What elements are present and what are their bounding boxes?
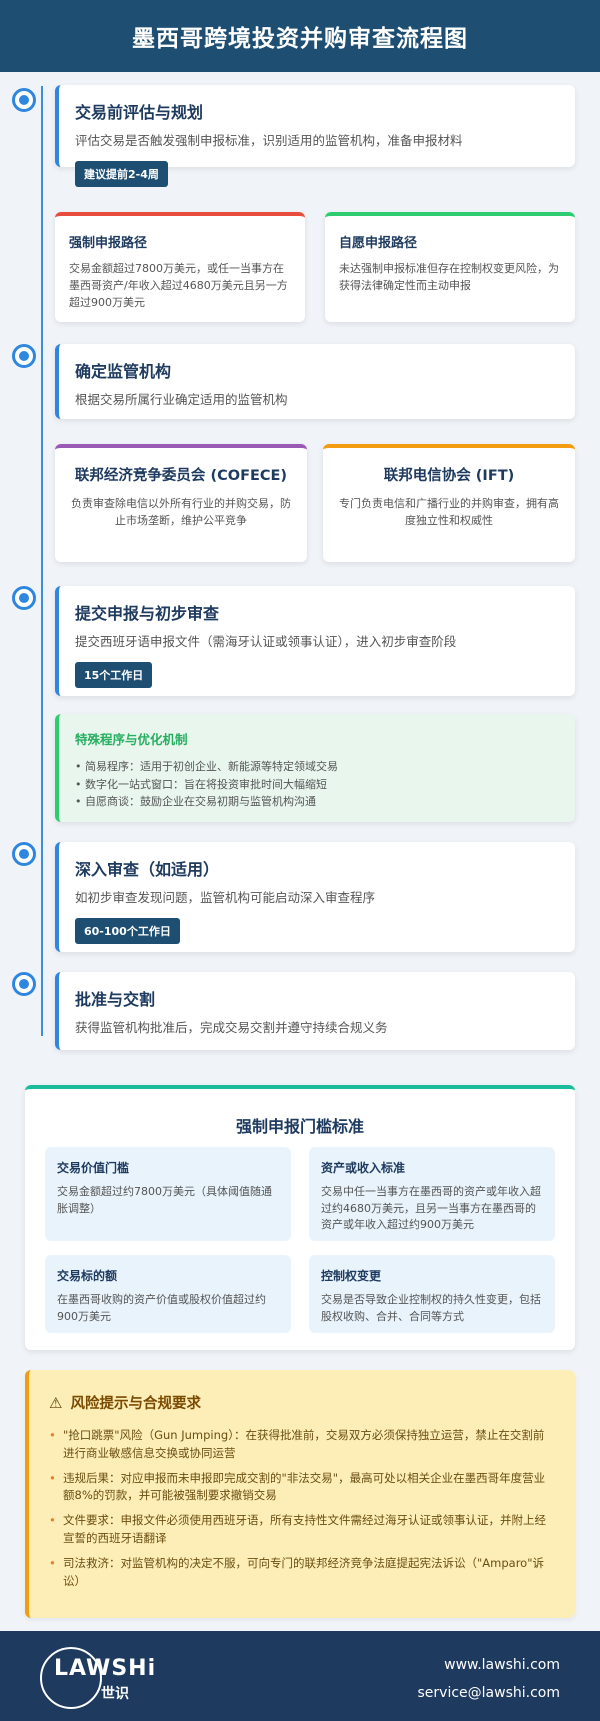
agency-title: 联邦电信协会 (IFT) bbox=[383, 468, 515, 484]
process-flow: 交易前评估与规划 评估交易是否触发强制申报标准，识别适用的监管机构，准备申报材料… bbox=[0, 72, 600, 1052]
step-card-5: 批准与交割 获得监管机构批准后，完成交易交割并遵守持续合规义务 bbox=[55, 972, 575, 1050]
step-desc: 提交西班牙语申报文件（需海牙认证或领事认证），进入初步审查阶段 bbox=[75, 634, 457, 649]
warning-icon: ⚠ bbox=[49, 1393, 63, 1412]
timeline-badge: 60-100个工作日 bbox=[75, 917, 180, 944]
threshold-item-title: 交易标的额 bbox=[57, 1269, 118, 1283]
step-marker-5 bbox=[12, 972, 36, 996]
list-item: 自愿商谈：鼓励企业在交易初期与监管机构沟通 bbox=[75, 793, 559, 811]
list-item: 数字化一站式窗口：旨在将投资审批时间大幅缩短 bbox=[75, 776, 559, 794]
list-item: "抢口跳票"风险（Gun Jumping）：在获得批准前，交易双方必须保持独立运… bbox=[49, 1427, 555, 1463]
risk-list: "抢口跳票"风险（Gun Jumping）：在获得批准前，交易双方必须保持独立运… bbox=[49, 1427, 555, 1591]
step-title: 交易前评估与规划 bbox=[75, 103, 204, 122]
agency-title: 联邦经济竞争委员会 (COFECE) bbox=[74, 468, 288, 484]
agency-desc: 专门负责电信和广播行业的并购审查，拥有高度独立性和权威性 bbox=[339, 497, 559, 528]
risk-title: 风险提示与合规要求 bbox=[70, 1396, 201, 1412]
threshold-title: 强制申报门槛标准 bbox=[235, 1117, 364, 1136]
threshold-item-desc: 交易是否导致企业控制权的持久性变更，包括股权收购、合并、合同等方式 bbox=[321, 1293, 541, 1323]
threshold-item-value: 交易价值门槛 交易金额超过约7800万美元（具体阈值随通胀调整） bbox=[45, 1147, 291, 1241]
threshold-item-assets: 资产或收入标准 交易中任一当事方在墨西哥的资产或年收入超过约4680万美元，且另… bbox=[309, 1147, 555, 1241]
threshold-item-control: 控制权变更 交易是否导致企业控制权的持久性变更，包括股权收购、合并、合同等方式 bbox=[309, 1255, 555, 1333]
threshold-item-desc: 在墨西哥收购的资产价值或股权价值超过约900万美元 bbox=[57, 1293, 266, 1323]
risk-heading: ⚠ 风险提示与合规要求 bbox=[49, 1392, 555, 1413]
step-marker-2 bbox=[12, 344, 36, 368]
step-desc: 获得监管机构批准后，完成交易交割并遵守持续合规义务 bbox=[75, 1020, 388, 1035]
special-procedures-card: 特殊程序与优化机制 简易程序：适用于初创企业、新能源等特定领域交易 数字化一站式… bbox=[55, 714, 575, 822]
risk-section: ⚠ 风险提示与合规要求 "抢口跳票"风险（Gun Jumping）：在获得批准前… bbox=[25, 1370, 575, 1618]
agency-card-ift: 联邦电信协会 (IFT) 专门负责电信和广播行业的并购审查，拥有高度独立性和权威… bbox=[323, 444, 575, 562]
agency-desc: 负责审查除电信以外所有行业的并购交易，防止市场垄断，维护公平竞争 bbox=[71, 497, 291, 528]
path-title: 强制申报路径 bbox=[69, 236, 148, 251]
page-header: 墨西哥跨境投资并购审查流程图 bbox=[0, 0, 600, 72]
step-desc: 如初步审查发现问题，监管机构可能启动深入审查程序 bbox=[75, 890, 376, 905]
mandatory-path-card: 强制申报路径 交易金额超过7800万美元，或任一当事方在墨西哥资产/年收入超过4… bbox=[55, 212, 305, 322]
step-card-3: 提交申报与初步审查 提交西班牙语申报文件（需海牙认证或领事认证），进入初步审查阶… bbox=[55, 586, 575, 696]
contact-info: www.lawshi.com service@lawshi.com bbox=[418, 1651, 560, 1707]
step-marker-4 bbox=[12, 842, 36, 866]
agency-card-cofece: 联邦经济竞争委员会 (COFECE) 负责审查除电信以外所有行业的并购交易，防止… bbox=[55, 444, 307, 562]
timeline-badge: 建议提前2-4周 bbox=[75, 160, 168, 187]
timeline-badge: 15个工作日 bbox=[75, 661, 153, 688]
step-desc: 评估交易是否触发强制申报标准，识别适用的监管机构，准备申报材料 bbox=[75, 133, 463, 148]
threshold-item-title: 资产或收入标准 bbox=[321, 1161, 406, 1175]
step-card-1: 交易前评估与规划 评估交易是否触发强制申报标准，识别适用的监管机构，准备申报材料… bbox=[55, 85, 575, 187]
timeline-line bbox=[41, 86, 43, 1036]
voluntary-path-card: 自愿申报路径 未达强制申报标准但存在控制权变更风险，为获得法律确定性而主动申报 bbox=[325, 212, 575, 322]
page-footer: LAWSHi 世识 www.lawshi.com service@lawshi.… bbox=[0, 1631, 600, 1721]
step-title: 提交申报与初步审查 bbox=[75, 604, 220, 623]
step-title: 批准与交割 bbox=[75, 990, 156, 1009]
step-card-2: 确定监管机构 根据交易所属行业确定适用的监管机构 bbox=[55, 344, 575, 419]
step-marker-1 bbox=[12, 88, 36, 112]
step-title: 深入审查（如适用） bbox=[75, 860, 220, 879]
threshold-item-target: 交易标的额 在墨西哥收购的资产价值或股权价值超过约900万美元 bbox=[45, 1255, 291, 1333]
step-marker-3 bbox=[12, 586, 36, 610]
step-desc: 根据交易所属行业确定适用的监管机构 bbox=[75, 392, 288, 407]
step-card-4: 深入审查（如适用） 如初步审查发现问题，监管机构可能启动深入审查程序 60-10… bbox=[55, 842, 575, 952]
threshold-item-desc: 交易金额超过约7800万美元（具体阈值随通胀调整） bbox=[57, 1185, 272, 1215]
email-link[interactable]: service@lawshi.com bbox=[418, 1679, 560, 1707]
list-item: 司法救济：对监管机构的决定不服，可向专门的联邦经济竞争法庭提起宪法诉讼（"Amp… bbox=[49, 1555, 555, 1591]
list-item: 简易程序：适用于初创企业、新能源等特定领域交易 bbox=[75, 758, 559, 776]
website-link[interactable]: www.lawshi.com bbox=[418, 1651, 560, 1679]
special-title: 特殊程序与优化机制 bbox=[75, 732, 188, 747]
logo-subtitle: 世识 bbox=[101, 1686, 129, 1702]
threshold-section: 强制申报门槛标准 交易价值门槛 交易金额超过约7800万美元（具体阈值随通胀调整… bbox=[25, 1085, 575, 1350]
threshold-item-desc: 交易中任一当事方在墨西哥的资产或年收入超过约4680万美元，且另一当事方在墨西哥… bbox=[321, 1185, 541, 1231]
page-title: 墨西哥跨境投资并购审查流程图 bbox=[132, 26, 468, 52]
threshold-item-title: 交易价值门槛 bbox=[57, 1161, 130, 1175]
path-desc: 未达强制申报标准但存在控制权变更风险，为获得法律确定性而主动申报 bbox=[339, 262, 559, 293]
list-item: 文件要求：申报文件必须使用西班牙语，所有支持性文件需经过海牙认证或领事认证，并附… bbox=[49, 1512, 555, 1548]
special-list: 简易程序：适用于初创企业、新能源等特定领域交易 数字化一站式窗口：旨在将投资审批… bbox=[75, 758, 559, 811]
path-desc: 交易金额超过7800万美元，或任一当事方在墨西哥资产/年收入超过4680万美元且… bbox=[69, 262, 288, 310]
list-item: 违规后果：对应申报而未申报即完成交割的"非法交易"，最高可处以相关企业在墨西哥年… bbox=[49, 1470, 555, 1506]
threshold-item-title: 控制权变更 bbox=[321, 1269, 382, 1283]
logo: LAWSHi bbox=[54, 1656, 157, 1681]
path-title: 自愿申报路径 bbox=[339, 236, 418, 251]
step-title: 确定监管机构 bbox=[75, 362, 172, 381]
